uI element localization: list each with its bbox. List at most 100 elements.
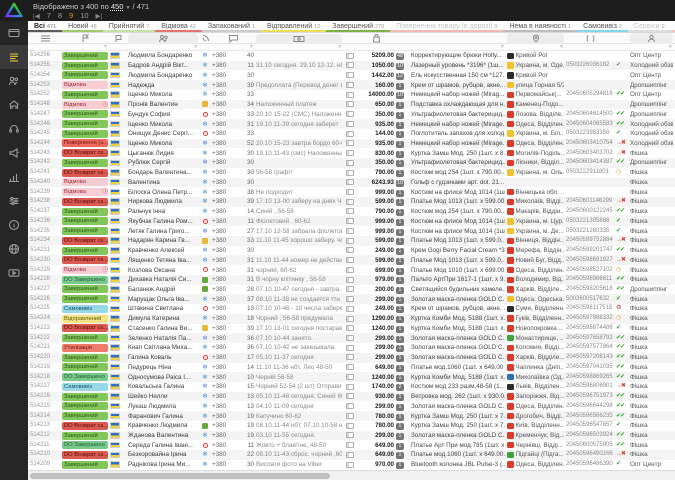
table-row[interactable]: 514242 Завершенийⓘ Рублюк Сергій ❄ +3803… [28, 158, 675, 168]
tab-нема-в-наявності[interactable]: Нема в наявності1 [503, 21, 577, 32]
comment[interactable]: 56-58 графіт [256, 168, 342, 177]
table-row[interactable]: 514229 Відмоваⓘ Козлова Оксана +38031 чо… [28, 265, 675, 275]
delivery-location[interactable]: Миколаївка (Од... [507, 373, 564, 382]
status-cell[interactable]: Завершенийⓘ [62, 285, 108, 293]
product-name[interactable]: Гольф с гудзиками арт. dol. 21... [411, 178, 505, 187]
delivery-location[interactable]: Дрогобич, Відді... [507, 412, 564, 421]
status-cell[interactable]: Завершенийⓘ [62, 227, 108, 235]
client-phone[interactable]: +38040 [212, 51, 254, 60]
client-phone[interactable]: +38015 [212, 382, 254, 391]
client-phone[interactable]: +38030 [212, 178, 254, 187]
client-phone[interactable]: +38028 [212, 285, 254, 294]
client-name[interactable]: Лукаш Людмила [128, 402, 198, 411]
tab-завершений[interactable]: Завершений279 [326, 21, 390, 32]
table-row[interactable]: 514211 DO Завершеноⓘ Середа Галина Івані… [28, 440, 675, 450]
client-name[interactable]: Іщенко Микола [128, 90, 198, 99]
delivery-location[interactable]: Одеса, Відділен... [507, 402, 564, 411]
delivery-location[interactable]: Гуків, Відділенн... [507, 314, 564, 323]
product-name[interactable]: Костюм на флисе Мод 1014 (1ш... [411, 227, 505, 236]
client-name[interactable]: Іщенко Микола [128, 139, 198, 148]
comment[interactable]: Не подходит [256, 188, 342, 197]
table-row[interactable]: 514227 Завершенийⓘ Баланюк Андрій +38028… [28, 285, 675, 295]
product-name[interactable]: Платье Мод 1010 (1шт. х 699.00... [411, 266, 505, 275]
table-row[interactable]: 514225 Самовивізⓘ Штакина Светлана +3801… [28, 304, 675, 314]
comment[interactable]: В чорну клітинку , 56-58 [256, 275, 342, 284]
delivery-location[interactable]: Каменец-Подо... [507, 100, 564, 109]
table-row[interactable]: 514248 Відмоваⓘ Пронів Валентин +38034 Н… [28, 100, 675, 110]
client-phone[interactable]: +38019 [212, 421, 254, 430]
tracking-number[interactable]: 20450596486390 [566, 460, 614, 469]
delivery-location[interactable]: Новопокровка ... [507, 324, 564, 333]
flag-icon[interactable] [110, 34, 126, 43]
client-phone[interactable]: +38011 [212, 217, 254, 226]
horizontal-scrollbar-thumb[interactable] [30, 473, 330, 479]
client-phone[interactable]: +38030 [212, 168, 254, 177]
table-row[interactable]: 514226 Завершенийⓘ Марущак Ольга Іва... … [28, 294, 675, 304]
status-cell[interactable]: Завершенийⓘ [62, 91, 108, 99]
tracking-number[interactable]: 20450597577864 [566, 343, 614, 352]
comment[interactable]: 19.10 11-39 сегодня заберет [256, 120, 342, 129]
product-name[interactable]: Немецкий набор ножей (Mirage... [411, 139, 505, 148]
status-cell[interactable]: Завершенийⓘ [62, 110, 108, 118]
status-cell[interactable]: DO Возврат ск...ⓘ [62, 256, 108, 264]
delivery-location[interactable]: Украина, м. Оде... [507, 61, 564, 70]
comment-filter[interactable]: ▼ [256, 44, 342, 50]
client-name[interactable]: Ковальська Галина [128, 382, 198, 391]
product-name[interactable]: Костюм мод 233 разм,48-58 (1... [411, 382, 505, 391]
product-name[interactable]: Немецкий набор ножей (Mirage... [411, 120, 505, 129]
table-row[interactable]: 514238 DO Возврат ск...ⓘ Ниркова Людмила… [28, 197, 675, 207]
client-name[interactable]: Димула Катерина [128, 314, 198, 323]
comment[interactable]: 03.10 11-55 сегодня. [256, 431, 342, 440]
client-phone[interactable]: +38030 [212, 460, 254, 469]
product-name[interactable]: Золотая маска-пленка GOLD C... [411, 343, 505, 352]
last-page-button[interactable]: ▶| [96, 12, 103, 20]
delivery-location[interactable]: Вінницька обл. ... [507, 188, 564, 197]
status-cell[interactable]: Завершенийⓘ [62, 62, 108, 70]
status-cell[interactable]: Завершенийⓘ [62, 52, 108, 60]
product-name[interactable]: Пальто АртПри 1617-1 (1шт. х 9... [411, 275, 505, 284]
product-bag-icon[interactable] [358, 34, 394, 43]
manager-person-icon[interactable] [630, 33, 673, 44]
delivery-location[interactable]: Одеса, Відділен... [507, 460, 564, 469]
comment[interactable]: 11.10 11-36 нбт. Лео 48-50 [256, 363, 342, 372]
table-row[interactable]: 514245 Завершенийⓘ Онищук Денис Сергі...… [28, 129, 675, 139]
comment[interactable]: 20.10 15-23 завтра бордо 60-62 [256, 139, 342, 148]
client-phone[interactable]: +38011 [212, 441, 254, 450]
page-number[interactable]: 9 [69, 11, 73, 20]
phone-handset-icon[interactable] [200, 34, 210, 43]
product-name[interactable]: Платье Мод 1013 (1шт. х 599.00... [411, 197, 505, 206]
client-phone[interactable]: +38013 [212, 402, 254, 411]
product-name[interactable]: Ультрафиолетовая бактерицид... [411, 158, 505, 167]
sidebar-item-clients[interactable] [0, 69, 28, 93]
status-cell[interactable]: Утилізаціяⓘ [62, 344, 108, 352]
table-row[interactable]: 514253 Відмоваⓘ Надежда ❄ +38039 Предопл… [28, 80, 675, 90]
delivery-location[interactable]: Чернівці, Відді... [507, 441, 564, 450]
comment[interactable]: Чорний 52-54 (2 шт) Отправит... [256, 382, 342, 391]
client-name[interactable]: Штакина Светлана [128, 304, 198, 313]
client-phone[interactable]: +38013 [212, 392, 254, 401]
client-phone[interactable]: +38030 [212, 71, 254, 80]
tab-новий[interactable]: Новий48 [62, 21, 103, 32]
status-cell[interactable]: Відмоваⓘ [62, 81, 108, 89]
client-phone[interactable]: +38033 [212, 129, 254, 138]
shown-range-value[interactable]: 450 [111, 2, 124, 11]
status-cell[interactable]: Завершенийⓘ [62, 334, 108, 342]
product-name[interactable]: Золотая маска-пленка GOLD C... [411, 431, 505, 440]
product-name[interactable]: Bluetooth колонка JBL Pulse-3 (... [411, 460, 505, 469]
client-name[interactable]: Безкоровайна Ірина [128, 450, 198, 459]
delivery-location[interactable]: Украина, м. Біл... [507, 129, 564, 138]
client-name[interactable]: Жданова Валентина [128, 431, 198, 440]
status-cell[interactable]: Завершенийⓘ [62, 354, 108, 362]
product-name[interactable]: Платье Мод 1013 (1шт. х 599.0... [411, 256, 505, 265]
client-phone[interactable]: +38027 [212, 227, 254, 236]
client-phone[interactable]: +38033 [212, 110, 254, 119]
delivery-location[interactable]: Макарів, Віддін... [507, 207, 564, 216]
tracking-number[interactable]: 0503222911801 [566, 168, 614, 177]
delivery-location[interactable]: Харків, Відділе... [507, 353, 564, 362]
product-name[interactable]: Немецкий набор ножей (Mirag... [411, 90, 505, 99]
tracking-number[interactable]: 20450598205618 [566, 285, 614, 294]
product-name[interactable]: Костюм на флисе Мод 1014 (1ш... [411, 217, 505, 226]
table-row[interactable]: 514246 Завершенийⓘ Іщенко Микола ❄ +3803… [28, 119, 675, 129]
comment[interactable]: 11.10 11-44 номер не действи... [256, 256, 342, 265]
delivery-location[interactable]: Вінниця, Віддін... [507, 236, 564, 245]
